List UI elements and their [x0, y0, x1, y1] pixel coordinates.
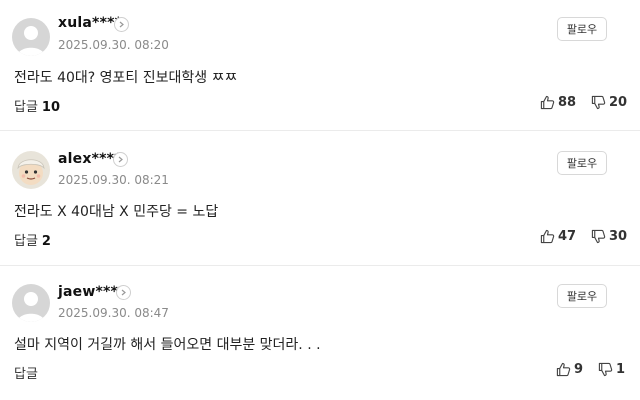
cartoon-avatar-icon [12, 151, 50, 189]
follow-button[interactable]: 팔로우 [557, 17, 607, 41]
reply-label: 답글 [14, 367, 38, 382]
default-avatar-icon [12, 18, 50, 56]
dislike-button[interactable]: 30 [591, 229, 627, 244]
reply-count: 2 [41, 234, 51, 249]
thumbs-down-icon [598, 362, 613, 377]
like-count: 47 [558, 229, 577, 244]
thumbs-down-icon [591, 95, 606, 110]
follow-button[interactable]: 팔로우 [557, 284, 607, 308]
like-button[interactable]: 47 [540, 229, 576, 244]
chevron-right-icon[interactable] [114, 17, 129, 32]
comment-date: 2025.09.30. 08:20 [58, 38, 169, 52]
reply-button[interactable]: 답글 [14, 363, 38, 382]
avatar[interactable] [12, 18, 50, 56]
reply-label: 답글 [14, 100, 38, 115]
dislike-count: 30 [609, 229, 628, 244]
avatar[interactable] [12, 284, 50, 322]
dislike-button[interactable]: 20 [591, 95, 627, 110]
comment-item: alex**** 2025.09.30. 08:21 팔로우 전라도 X 40대… [0, 131, 640, 265]
comment-item: xula**** 2025.09.30. 08:20 팔로우 전라도 40대? … [0, 0, 640, 130]
follow-button[interactable]: 팔로우 [557, 151, 607, 175]
dislike-count: 1 [616, 362, 626, 377]
comment-text: 전라도 40대? 영포티 진보대학생 ㅉㅉ [14, 70, 238, 86]
default-avatar-icon [12, 284, 50, 322]
like-count: 88 [558, 95, 577, 110]
thumbs-up-icon [540, 95, 555, 110]
reply-count: 10 [41, 100, 61, 115]
chevron-right-icon[interactable] [113, 152, 128, 167]
like-button[interactable]: 88 [540, 95, 576, 110]
thumbs-down-icon [591, 229, 606, 244]
like-count: 9 [574, 362, 584, 377]
comment-date: 2025.09.30. 08:21 [58, 173, 169, 187]
comment-text: 설마 지역이 거길까 해서 들어오면 대부분 맞더라. . . [14, 337, 321, 353]
avatar[interactable] [12, 151, 50, 189]
comment-item: jaew**** 2025.09.30. 08:47 팔로우 설마 지역이 거길… [0, 266, 640, 400]
reply-button[interactable]: 답글 2 [14, 230, 51, 249]
reply-button[interactable]: 답글 10 [14, 96, 60, 115]
dislike-count: 20 [609, 95, 628, 110]
thumbs-up-icon [540, 229, 555, 244]
reply-label: 답글 [14, 234, 38, 249]
dislike-button[interactable]: 1 [598, 362, 625, 377]
username[interactable]: xula**** [58, 15, 122, 31]
comment-text: 전라도 X 40대남 X 민주당 = 노답 [14, 204, 219, 220]
comment-date: 2025.09.30. 08:47 [58, 306, 169, 320]
chevron-right-icon[interactable] [116, 285, 131, 300]
thumbs-up-icon [556, 362, 571, 377]
like-button[interactable]: 9 [556, 362, 583, 377]
